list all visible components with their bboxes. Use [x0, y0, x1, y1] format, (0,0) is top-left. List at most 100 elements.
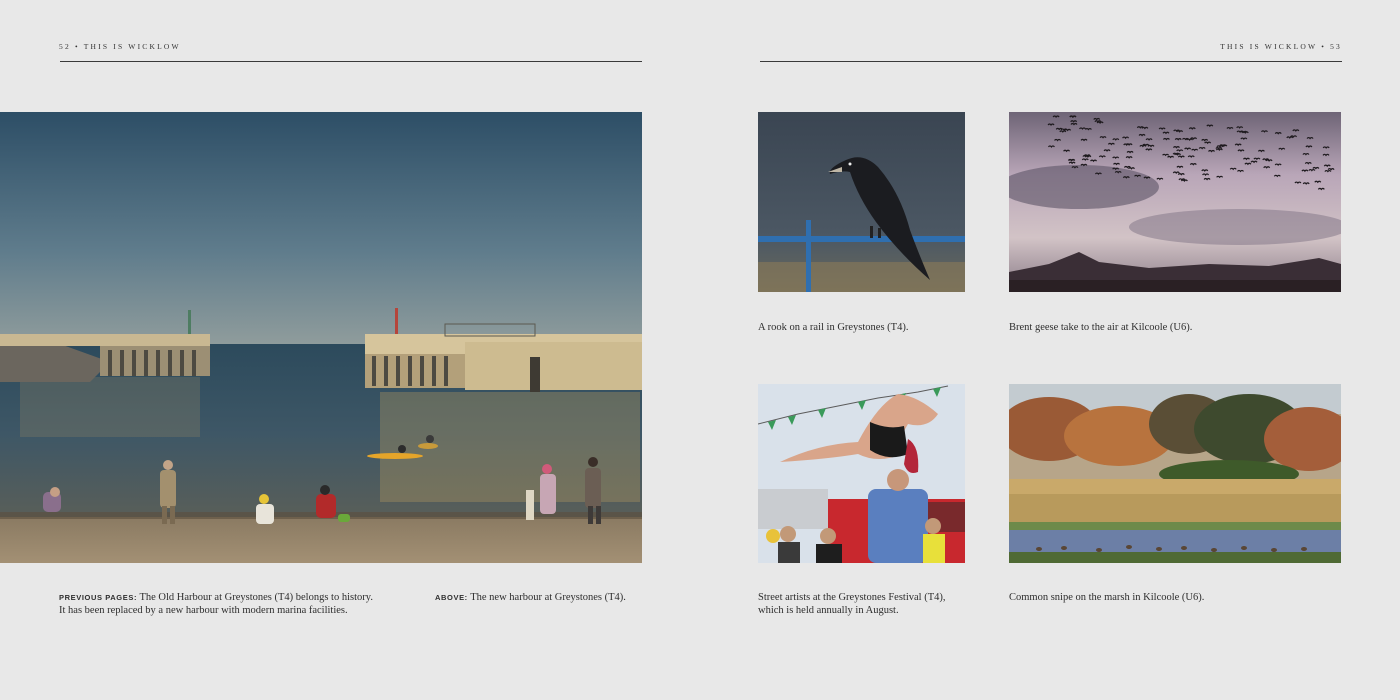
goose-silhouette	[1063, 149, 1071, 153]
street-artists-photo	[758, 384, 965, 563]
goose-silhouette	[1145, 148, 1153, 152]
goose-silhouette	[1188, 127, 1196, 130]
goose-silhouette	[1055, 127, 1063, 131]
goose-silhouette	[1180, 179, 1188, 182]
goose-silhouette	[1262, 158, 1270, 161]
caption-above: Above: The new harbour at Greystones (T4…	[435, 592, 645, 605]
goose-silhouette	[1273, 174, 1281, 178]
goose-silhouette	[1122, 176, 1130, 179]
goose-silhouette	[1302, 152, 1310, 156]
goose-silhouette	[1265, 159, 1273, 162]
goose-silhouette	[1176, 165, 1184, 169]
goose-silhouette	[1172, 152, 1180, 156]
goose-silhouette	[1260, 130, 1268, 133]
goose-silhouette	[1186, 138, 1194, 141]
goose-silhouette	[1172, 146, 1180, 149]
goose-silhouette	[1098, 155, 1106, 158]
goose-silhouette	[1142, 143, 1150, 147]
goose-silhouette	[1274, 132, 1282, 135]
goose-silhouette	[1241, 131, 1249, 134]
goose-silhouette	[1079, 127, 1086, 130]
goose-silhouette	[1240, 137, 1248, 141]
goose-silhouette	[1126, 150, 1134, 154]
goose-silhouette	[1067, 158, 1075, 162]
goose-silhouette	[1327, 168, 1335, 171]
goose-silhouette	[1071, 166, 1079, 169]
goose-silhouette	[1147, 144, 1155, 148]
caption-text-above: The new harbour at Greystones (T4).	[467, 592, 626, 603]
goose-silhouette	[1253, 157, 1261, 161]
caption-snipe: Common snipe on the marsh in Kilcoole (U…	[1009, 592, 1205, 603]
goose-silhouette	[1069, 115, 1077, 118]
goose-silhouette	[1308, 168, 1316, 172]
goose-silhouette	[1294, 181, 1302, 185]
goose-silhouette	[1139, 144, 1147, 148]
goose-silhouette	[1306, 136, 1314, 140]
goose-silhouette	[1162, 131, 1170, 135]
goose-silhouette	[1203, 177, 1211, 181]
goose-silhouette	[1302, 182, 1310, 185]
goose-silhouette	[1189, 163, 1197, 166]
goose-silhouette	[1177, 173, 1185, 176]
goose-silhouette	[1237, 169, 1244, 173]
goose-silhouette	[1107, 142, 1115, 146]
goose-silhouette	[1292, 129, 1300, 132]
goose-silhouette	[1064, 128, 1072, 132]
goose-silhouette	[1229, 167, 1237, 171]
goose-silhouette	[1099, 136, 1107, 139]
goose-silhouette	[1237, 149, 1245, 153]
goose-silhouette	[1068, 161, 1076, 165]
running-head-left: 52 • This is Wicklow	[59, 42, 181, 51]
goose-silhouette	[1215, 148, 1223, 152]
goose-silhouette	[1176, 149, 1184, 152]
caption-text-previous-line2: It has been replaced by a new harbour wi…	[59, 604, 348, 616]
caption-street-artists: Street artists at the Greystones Festiva…	[758, 592, 988, 617]
header-rule-right	[760, 61, 1342, 62]
goose-silhouette	[1134, 174, 1142, 178]
goose-silhouette	[1198, 146, 1206, 150]
goose-silhouette	[1112, 156, 1120, 160]
goose-silhouette	[1236, 126, 1244, 129]
goose-silhouette	[1167, 155, 1175, 159]
goose-silhouette	[1059, 130, 1067, 133]
goose-silhouette	[1286, 136, 1294, 139]
goose-silhouette	[1204, 141, 1212, 145]
goose-silhouette	[1158, 127, 1166, 131]
goose-silhouette	[1162, 153, 1170, 157]
caption-street-artists-line2: which is held annually in August.	[758, 604, 899, 616]
goose-silhouette	[1201, 138, 1209, 142]
goose-silhouette	[1226, 126, 1234, 130]
goose-silhouette	[1242, 157, 1250, 161]
goose-silhouette	[1052, 115, 1060, 118]
goose-silhouette	[1202, 173, 1210, 176]
goose-silhouette	[1156, 177, 1164, 181]
goose-silhouette	[1312, 166, 1320, 170]
goose-silhouette	[1084, 127, 1092, 131]
goose-silhouette	[1114, 170, 1122, 174]
goose-silhouette	[1125, 143, 1133, 146]
goose-silhouette	[1324, 169, 1332, 173]
goose-silhouette	[1322, 146, 1330, 149]
goose-silhouette	[1054, 138, 1062, 142]
caption-label-previous: Previous pages:	[59, 593, 138, 602]
goose-silhouette	[1278, 147, 1286, 151]
goose-silhouette	[1080, 138, 1088, 142]
goose-silhouette	[1173, 129, 1181, 133]
goose-silhouette	[1070, 120, 1078, 123]
goose-silhouette	[1047, 123, 1055, 126]
goose-silhouette	[1317, 187, 1325, 191]
goose-silhouette	[1070, 122, 1078, 126]
goose-silhouette	[1208, 149, 1215, 153]
goose-silhouette	[1215, 146, 1223, 150]
goose-silhouette	[1236, 130, 1244, 134]
goose-silhouette	[1141, 126, 1149, 130]
goose-silhouette	[1112, 167, 1120, 171]
geese-photo	[1009, 112, 1341, 292]
caption-text-previous-line1: The Old Harbour at Greystones (T4) belon…	[137, 592, 373, 603]
goose-silhouette	[1187, 155, 1195, 158]
goose-silhouette	[1219, 144, 1227, 147]
goose-silhouette	[1263, 166, 1271, 169]
goose-silhouette	[1216, 175, 1224, 179]
running-head-right: This is Wicklow • 53	[1220, 42, 1342, 51]
goose-silhouette	[1206, 124, 1214, 128]
